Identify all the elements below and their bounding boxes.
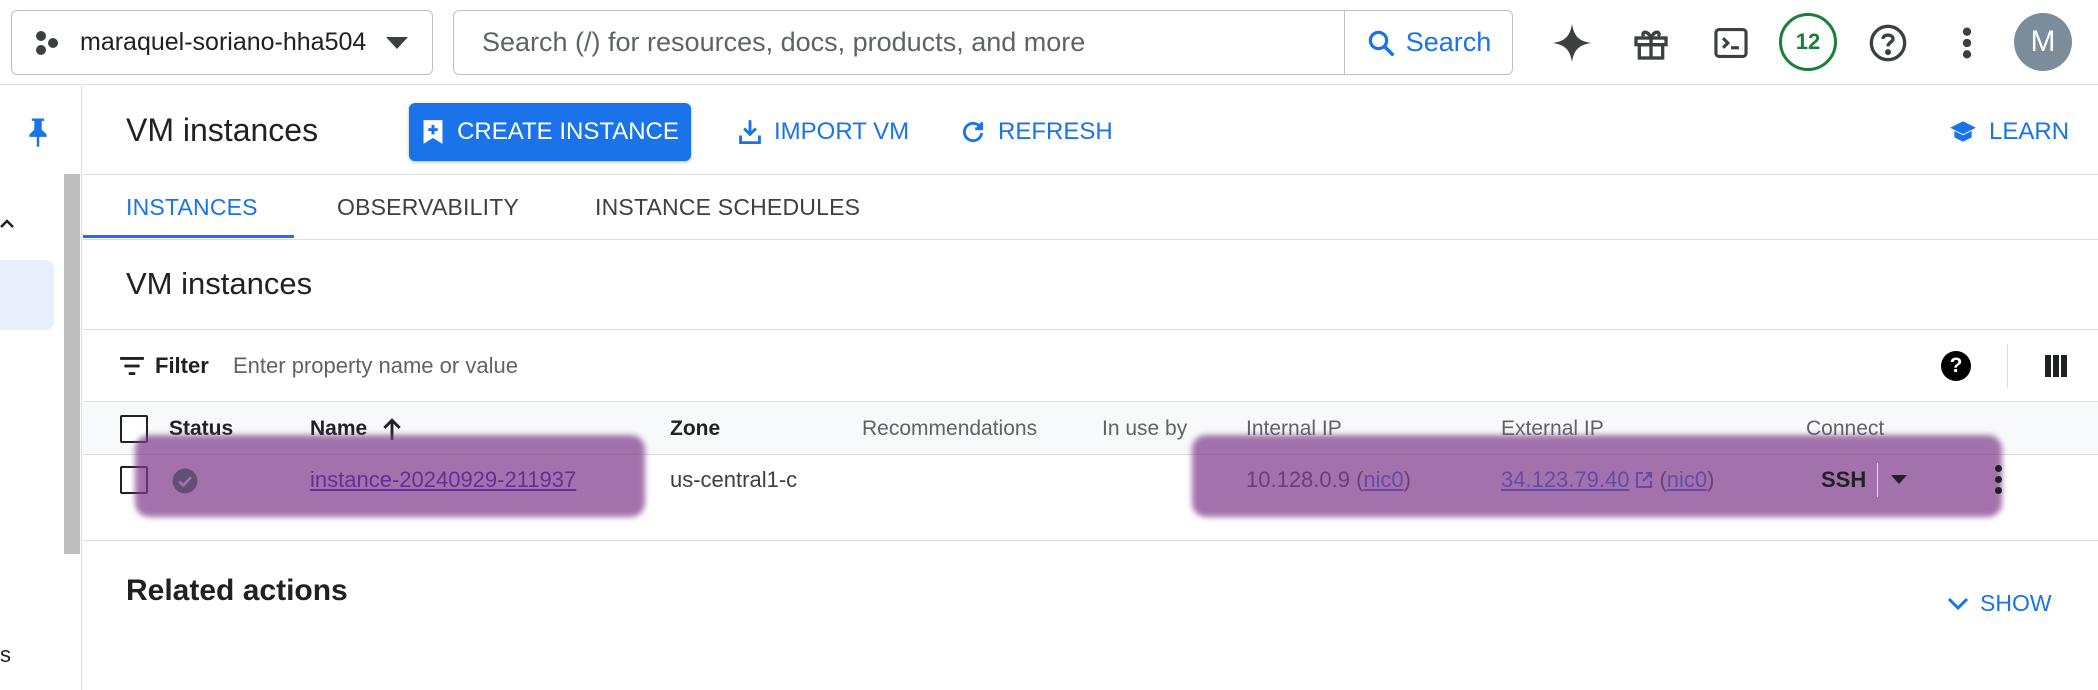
ssh-dropdown-icon[interactable] [1891, 475, 1907, 484]
open-in-new-icon[interactable] [1635, 471, 1653, 489]
column-status[interactable]: Status [169, 403, 233, 455]
search-button-label: Search [1405, 27, 1492, 57]
filter-input[interactable] [233, 346, 1133, 386]
nav-scrollbar[interactable] [64, 174, 80, 554]
refresh-label: REFRESH [998, 118, 1113, 145]
project-picker[interactable]: maraquel-soriano-hha504 [11, 10, 433, 75]
gemini-sparkle-icon[interactable] [1547, 18, 1597, 68]
ssh-button[interactable]: SSH [1821, 455, 1866, 505]
internal-nic-close-paren: ) [1403, 467, 1411, 492]
tab-instances[interactable]: INSTANCES [126, 176, 258, 239]
filter-list-icon [120, 357, 144, 375]
show-related-button[interactable]: SHOW [1946, 590, 2052, 617]
page-title: VM instances [126, 112, 319, 148]
create-instance-button[interactable]: CREATE INSTANCE [409, 103, 691, 161]
refresh-button[interactable]: REFRESH [960, 103, 1113, 161]
tab-observability[interactable]: OBSERVABILITY [337, 176, 519, 239]
more-vert-icon[interactable] [1942, 18, 1992, 68]
column-display-icon[interactable] [2044, 354, 2068, 378]
show-label: SHOW [1980, 590, 2052, 616]
learn-button[interactable]: LEARN [1949, 103, 2069, 161]
search-button[interactable]: Search [1345, 11, 1512, 74]
search-input[interactable] [454, 11, 1345, 74]
column-name[interactable]: Name [310, 403, 403, 455]
download-icon [739, 120, 761, 145]
row-select-checkbox[interactable] [120, 466, 148, 494]
learn-label: LEARN [1989, 118, 2070, 145]
search-box: Search [453, 10, 1513, 75]
tab-bar: INSTANCES OBSERVABILITY INSTANCE SCHEDUL… [83, 176, 2098, 240]
create-instance-label: CREATE INSTANCE [457, 118, 679, 145]
status-running-icon [172, 468, 198, 494]
search-icon [1368, 30, 1394, 56]
help-circle-icon[interactable] [1863, 18, 1913, 68]
filter-divider [2007, 344, 2008, 388]
column-in-use-by[interactable]: In use by [1102, 403, 1187, 455]
external-ip-link[interactable]: 34.123.79.40 [1501, 467, 1629, 493]
row-more-vert-icon[interactable] [1988, 465, 2008, 497]
column-external-ip[interactable]: External IP [1501, 403, 1604, 455]
internal-nic-open-paren: ( [1355, 467, 1364, 492]
tab-instance-schedules[interactable]: INSTANCE SCHEDULES [595, 176, 860, 239]
column-name-label: Name [310, 417, 368, 440]
instance-name-link[interactable]: instance-20240929-211937 [310, 455, 576, 505]
related-actions-title: Related actions [126, 574, 348, 607]
internal-ip-cell: 10.128.0.9 (nic0) [1246, 455, 1411, 505]
table-row: instance-20240929-211937 us-central1-c 1… [83, 435, 2098, 541]
import-vm-label: IMPORT VM [774, 118, 910, 145]
chevron-down-icon [1947, 597, 1969, 610]
instance-name[interactable]: instance-20240929-211937 [310, 467, 576, 493]
chevron-down-icon [386, 37, 408, 49]
project-nodes-icon [36, 30, 58, 55]
left-nav-rail: s [0, 86, 82, 690]
column-internal-ip[interactable]: Internal IP [1246, 403, 1342, 455]
external-nic-open-paren: ( [1659, 467, 1667, 492]
notifications-badge[interactable]: 12 [1779, 13, 1837, 71]
gift-icon[interactable] [1626, 18, 1676, 68]
refresh-icon [963, 121, 984, 143]
column-connect[interactable]: Connect [1806, 403, 1884, 455]
column-zone[interactable]: Zone [670, 403, 720, 455]
avatar[interactable]: M [2014, 13, 2072, 71]
add-box-icon [423, 120, 443, 144]
chevron-up-icon[interactable] [0, 216, 16, 232]
ssh-divider [1877, 463, 1878, 497]
nav-partial-label: s [0, 642, 11, 667]
top-bar: maraquel-soriano-hha504 Search 12 [0, 0, 2098, 85]
cloud-shell-terminal-icon[interactable] [1706, 18, 1756, 68]
filter-help-icon[interactable]: ? [1941, 351, 1971, 381]
sort-arrow-up-icon [383, 418, 401, 440]
external-nic-link[interactable]: nic0 [1667, 467, 1707, 493]
nav-selected-item[interactable] [0, 260, 54, 330]
import-vm-button[interactable]: IMPORT VM [738, 103, 909, 161]
select-all-checkbox[interactable] [120, 415, 148, 443]
pin-icon[interactable] [25, 116, 51, 148]
column-recommendations[interactable]: Recommendations [862, 403, 1037, 455]
project-name: maraquel-soriano-hha504 [80, 28, 367, 56]
filter-button[interactable]: Filter [119, 330, 209, 402]
filter-bar: Filter ? [83, 330, 2098, 402]
filter-label: Filter [155, 353, 209, 378]
external-nic-close-paren: ) [1707, 467, 1715, 492]
internal-nic-link[interactable]: nic0 [1363, 467, 1403, 493]
active-tab-indicator [83, 235, 294, 238]
school-icon [1950, 121, 1976, 142]
internal-ip: 10.128.0.9 [1246, 467, 1350, 492]
external-ip-cell: 34.123.79.40 (nic0) [1501, 455, 1714, 505]
page-header: VM instances CREATE INSTANCE IMPORT VM R… [83, 86, 2098, 175]
table-header: Status Name Zone Recommendations In use … [83, 403, 2098, 455]
section-title: VM instances [126, 266, 313, 301]
instance-zone: us-central1-c [670, 467, 798, 492]
